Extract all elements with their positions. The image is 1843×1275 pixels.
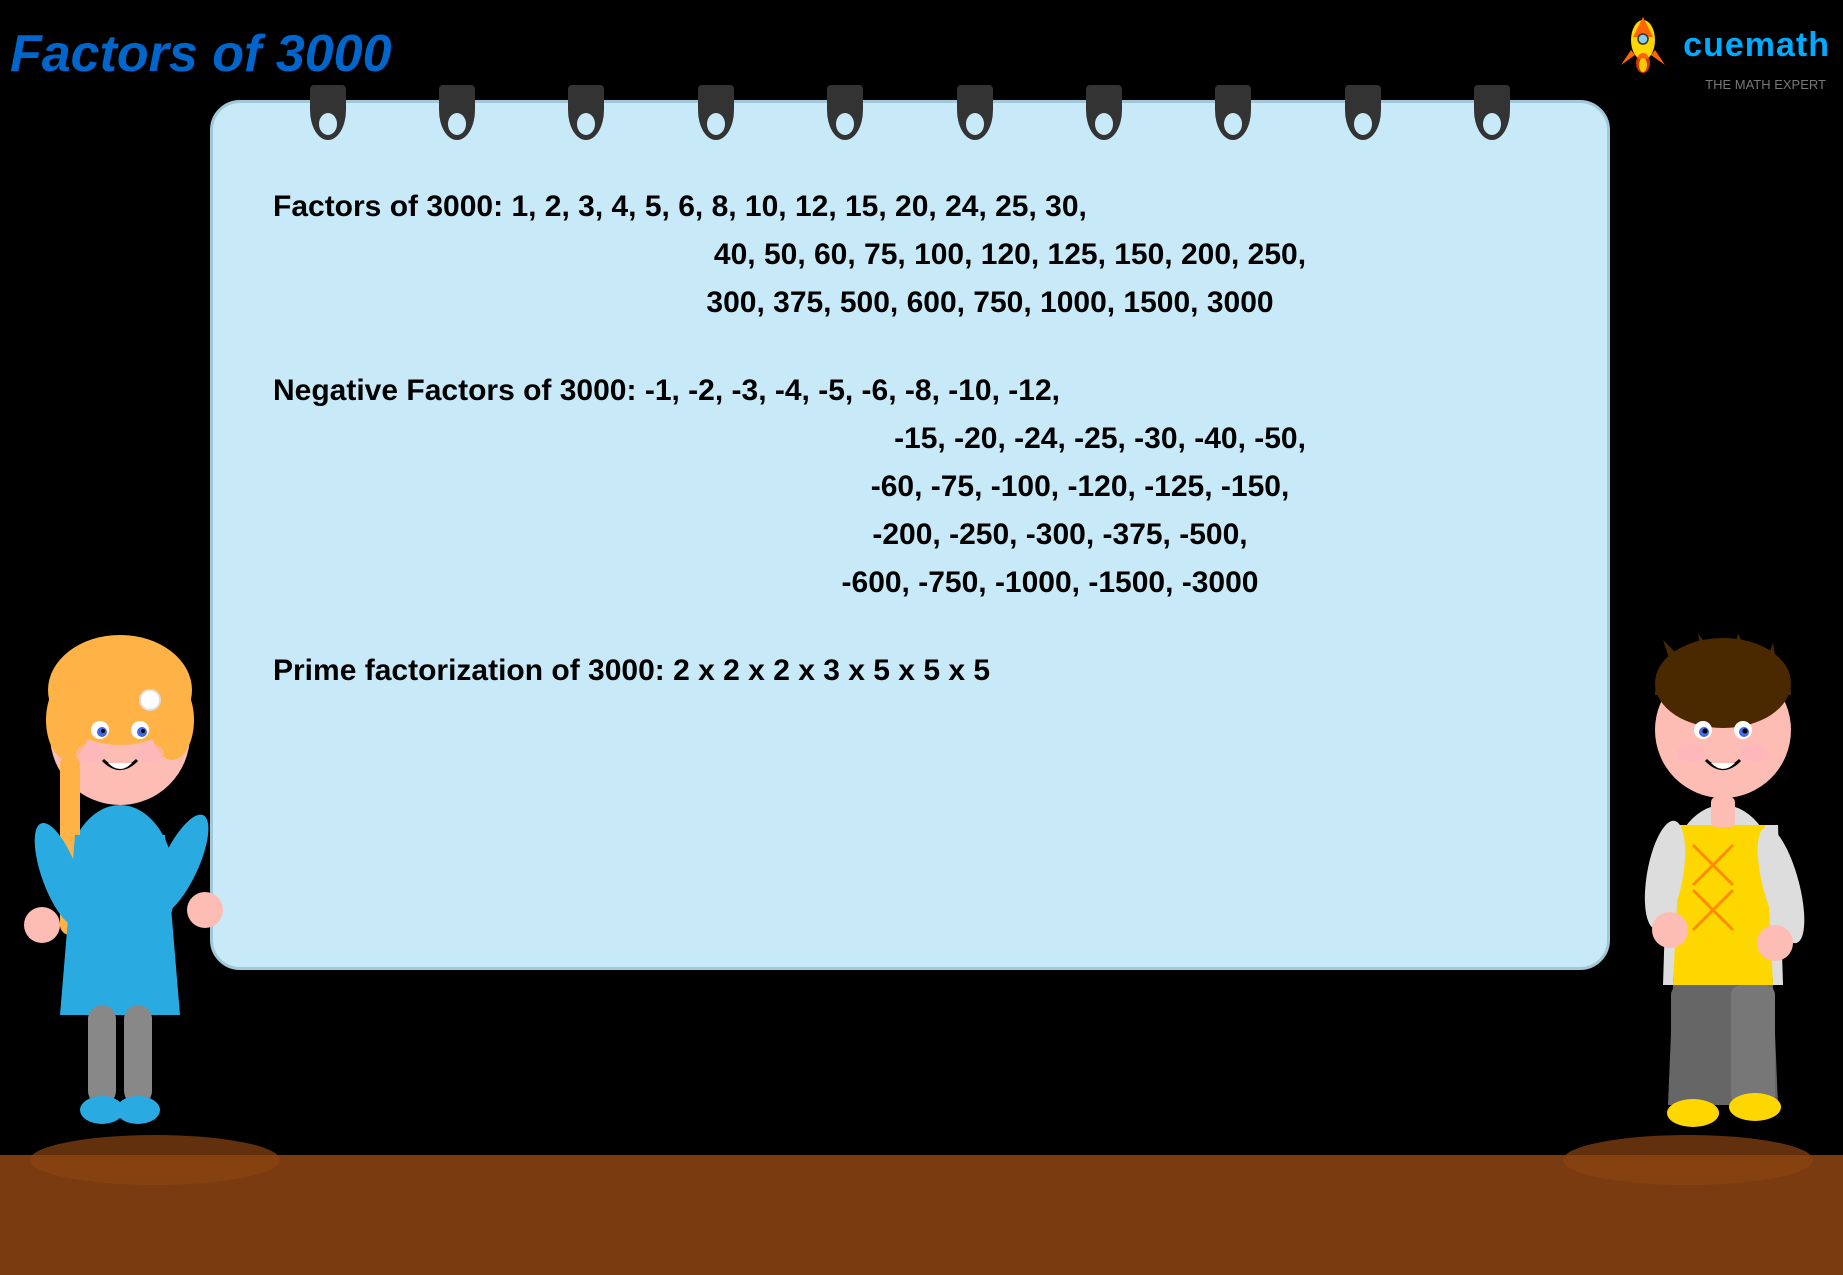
page-title: Factors of 3000 [10, 24, 392, 84]
ring-10 [1474, 85, 1510, 140]
negative-line-4: -200, -250, -300, -375, -500, [273, 511, 1547, 559]
ring-6 [957, 85, 993, 140]
ring-3 [568, 85, 604, 140]
girl-character [0, 535, 240, 1185]
prime-values: 2 x 2 x 2 x 3 x 5 x 5 x 5 [673, 654, 990, 687]
negative-label: Negative Factors of 3000: [273, 374, 636, 407]
ring-8 [1215, 85, 1251, 140]
factors-section: Factors of 3000: 1, 2, 3, 4, 5, 6, 8, 10… [273, 183, 1547, 327]
negative-values-3: -60, -75, -100, -120, -125, -150, [871, 470, 1290, 503]
spiral-rings [263, 85, 1557, 140]
factors-label: Factors of 3000: [273, 190, 503, 223]
negative-values-5: -600, -750, -1000, -1500, -3000 [842, 566, 1259, 599]
rocket-icon [1613, 15, 1673, 75]
brand-tagline: THE MATH EXPERT [1705, 77, 1826, 92]
negative-values-2: -15, -20, -24, -25, -30, -40, -50, [894, 422, 1306, 455]
negative-values-4: -200, -250, -300, -375, -500, [872, 518, 1247, 551]
ring-1 [310, 85, 346, 140]
negative-line-2: -15, -20, -24, -25, -30, -40, -50, [273, 415, 1547, 463]
ring-9 [1345, 85, 1381, 140]
ring-2 [439, 85, 475, 140]
girl-svg [0, 535, 240, 1185]
negative-factors-section: Negative Factors of 3000: -1, -2, -3, -4… [273, 367, 1547, 607]
notebook: Factors of 3000: 1, 2, 3, 4, 5, 6, 8, 10… [210, 100, 1610, 970]
prime-line: Prime factorization of 3000: 2 x 2 x 2 x… [273, 647, 1547, 695]
brand-name: cuemath [1683, 26, 1830, 65]
negative-line-5: -600, -750, -1000, -1500, -3000 [273, 559, 1547, 607]
ring-5 [827, 85, 863, 140]
prime-section: Prime factorization of 3000: 2 x 2 x 2 x… [273, 647, 1547, 695]
ground [0, 1155, 1843, 1275]
ring-4 [698, 85, 734, 140]
factors-line-3: 300, 375, 500, 600, 750, 1000, 1500, 300… [273, 279, 1547, 327]
factors-line-1: Factors of 3000: 1, 2, 3, 4, 5, 6, 8, 10… [273, 183, 1547, 231]
ring-7 [1086, 85, 1122, 140]
prime-label: Prime factorization of 3000: [273, 654, 665, 687]
boy-svg [1603, 535, 1843, 1185]
factors-values-2: 40, 50, 60, 75, 100, 120, 125, 150, 200,… [714, 238, 1306, 271]
boy-character [1603, 535, 1843, 1185]
cuemath-logo-area: cuemath THE MATH EXPERT [1613, 15, 1830, 92]
factors-values-3: 300, 375, 500, 600, 750, 1000, 1500, 300… [706, 286, 1273, 319]
negative-line-3: -60, -75, -100, -120, -125, -150, [273, 463, 1547, 511]
factors-values-1: 1, 2, 3, 4, 5, 6, 8, 10, 12, 15, 20, 24,… [511, 190, 1086, 223]
negative-line-1: Negative Factors of 3000: -1, -2, -3, -4… [273, 367, 1547, 415]
factors-line-2: 40, 50, 60, 75, 100, 120, 125, 150, 200,… [273, 231, 1547, 279]
negative-values-1: -1, -2, -3, -4, -5, -6, -8, -10, -12, [645, 374, 1060, 407]
